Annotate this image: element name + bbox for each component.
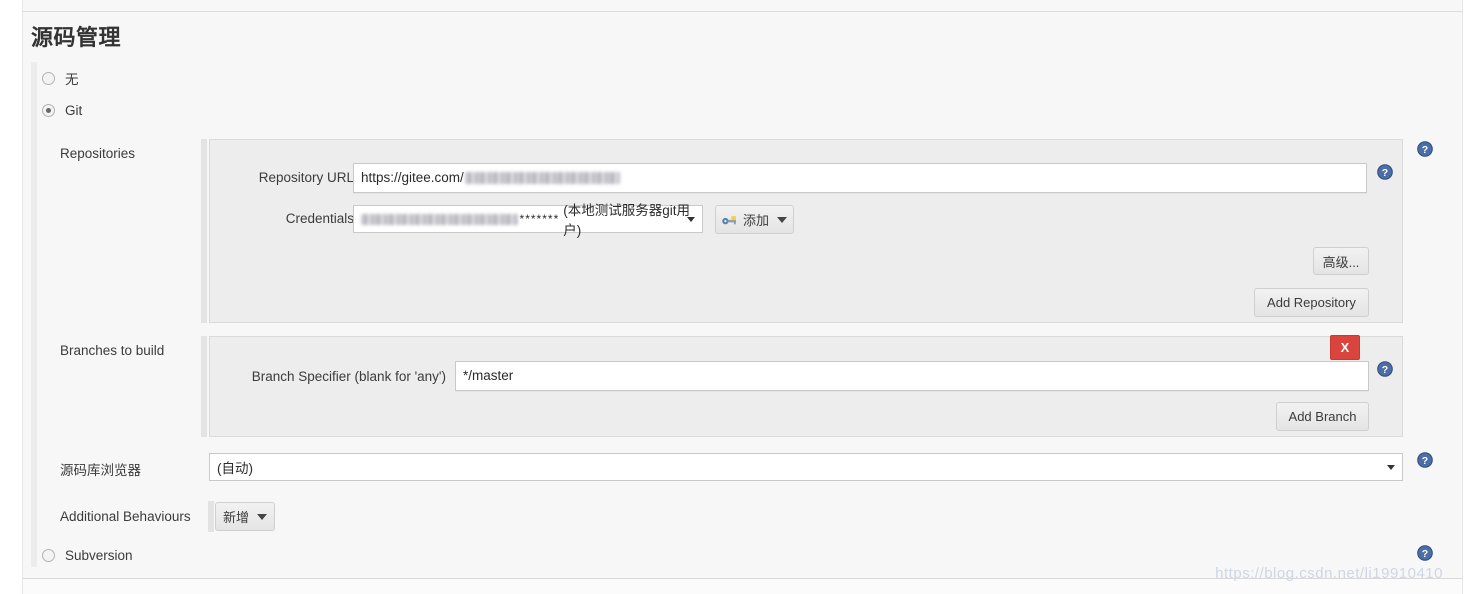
- svg-text:?: ?: [1422, 548, 1428, 560]
- page-bottom-strip: [23, 579, 1462, 594]
- branches-panel-divider: [201, 336, 207, 437]
- branches-panel: Branch Specifier (blank for 'any') */mas…: [209, 336, 1403, 437]
- key-icon: [722, 214, 737, 226]
- subversion-help-icon[interactable]: ?: [1417, 545, 1433, 561]
- repository-url-input[interactable]: https://gitee.com/: [353, 163, 1367, 193]
- branch-specifier-help-icon[interactable]: ?: [1377, 361, 1393, 377]
- repository-browser-selected: (自动): [217, 457, 253, 477]
- add-repository-button-label: Add Repository: [1267, 295, 1356, 310]
- content-frame-left-border: [22, 0, 23, 594]
- repositories-section-help-icon[interactable]: ?: [1417, 141, 1433, 157]
- scm-option-none-label: 无: [65, 68, 79, 88]
- repository-advanced-button-label: 高级...: [1323, 252, 1360, 271]
- credentials-select[interactable]: *******(本地测试服务器git用户): [353, 205, 703, 233]
- repository-browser-select[interactable]: (自动): [209, 453, 1403, 481]
- add-credentials-button-label: 添加: [743, 210, 769, 229]
- scm-option-git[interactable]: Git: [42, 100, 82, 120]
- radio-git-indicator[interactable]: [42, 104, 55, 117]
- content-frame-right-border: [1462, 0, 1463, 594]
- page-outer-right-margin: [1463, 0, 1469, 594]
- chevron-down-icon: [257, 514, 267, 520]
- page-outer-left-margin: [0, 0, 22, 594]
- page-title: 源码管理: [31, 20, 121, 52]
- svg-text:?: ?: [1422, 144, 1428, 156]
- repository-url-value-prefix: https://gitee.com/: [361, 170, 464, 185]
- repositories-section-label: Repositories: [60, 146, 135, 161]
- add-repository-button[interactable]: Add Repository: [1254, 288, 1369, 317]
- repository-browser-label: 源码库浏览器: [60, 459, 141, 479]
- content-frame-top-border: [23, 11, 1462, 12]
- svg-text:?: ?: [1382, 364, 1388, 376]
- additional-behaviours-divider: [208, 501, 214, 532]
- credentials-selected-masked: *******: [520, 212, 560, 226]
- repository-advanced-button[interactable]: 高级...: [1313, 247, 1369, 275]
- scm-radio-group-accent-bar: [31, 62, 37, 567]
- radio-subversion-indicator[interactable]: [42, 549, 55, 562]
- credentials-selected-redacted: [361, 214, 518, 225]
- scm-option-subversion[interactable]: Subversion: [42, 545, 133, 565]
- repository-url-help-icon[interactable]: ?: [1377, 164, 1393, 180]
- svg-text:?: ?: [1422, 455, 1428, 467]
- repository-browser-help-icon[interactable]: ?: [1417, 452, 1433, 468]
- chevron-down-icon: [687, 217, 695, 222]
- add-credentials-button[interactable]: 添加: [715, 205, 794, 234]
- scm-option-subversion-label: Subversion: [65, 548, 133, 563]
- repository-url-value-redacted: [465, 172, 620, 184]
- scm-configuration-page: 源码管理 无 Git Subversion Repositories Repos…: [0, 0, 1469, 594]
- credentials-selected-suffix: (本地测试服务器git用户): [563, 199, 695, 239]
- radio-none-indicator[interactable]: [42, 72, 55, 85]
- scm-option-none[interactable]: 无: [42, 68, 79, 88]
- svg-text:?: ?: [1382, 167, 1388, 179]
- credentials-label: Credentials: [244, 211, 354, 226]
- add-behaviour-button[interactable]: 新增: [215, 502, 275, 531]
- scm-option-git-label: Git: [65, 103, 82, 118]
- add-branch-button[interactable]: Add Branch: [1276, 402, 1369, 431]
- repositories-panel-divider: [201, 139, 207, 323]
- repositories-panel: Repository URL https://gitee.com/ Creden…: [209, 139, 1403, 323]
- repository-url-label: Repository URL: [244, 170, 354, 185]
- chevron-down-icon: [777, 217, 787, 223]
- delete-branch-button[interactable]: X: [1330, 335, 1360, 360]
- branch-specifier-input[interactable]: */master: [455, 361, 1369, 391]
- content-frame-bottom-border: [23, 578, 1462, 579]
- chevron-down-icon: [1387, 465, 1395, 470]
- branches-section-label: Branches to build: [60, 343, 164, 358]
- branch-specifier-label: Branch Specifier (blank for 'any'): [244, 369, 446, 384]
- additional-behaviours-label: Additional Behaviours: [60, 509, 191, 524]
- add-behaviour-button-label: 新增: [223, 507, 249, 526]
- add-branch-button-label: Add Branch: [1289, 409, 1357, 424]
